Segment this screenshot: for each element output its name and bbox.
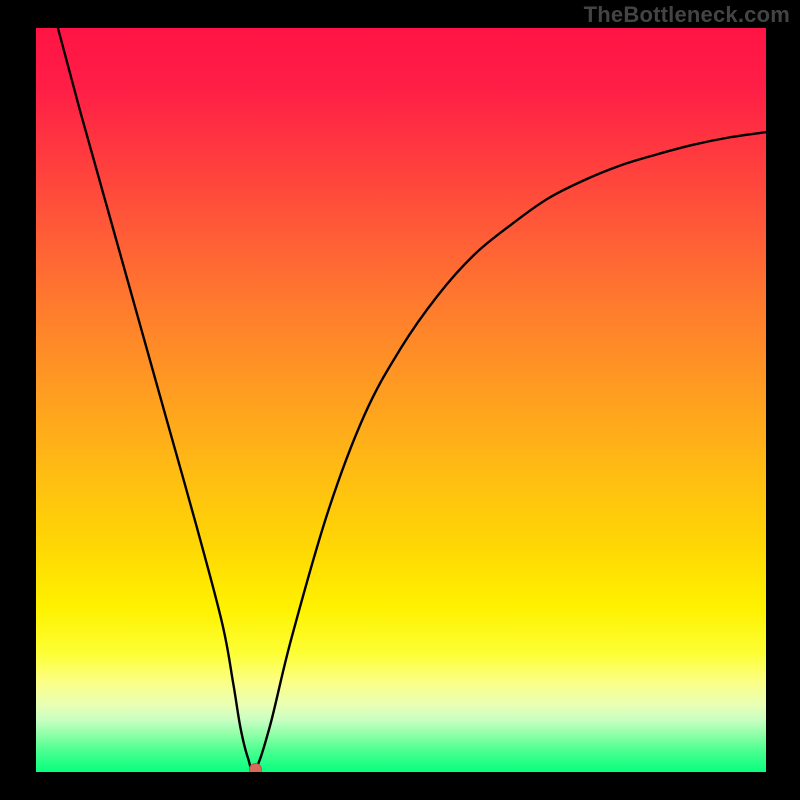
chart-frame: TheBottleneck.com [0,0,800,800]
bottleneck-curve [58,28,766,771]
curve-svg [36,28,766,772]
optimum-point-marker [249,763,262,772]
watermark-label: TheBottleneck.com [584,2,790,28]
plot-area [36,28,766,772]
